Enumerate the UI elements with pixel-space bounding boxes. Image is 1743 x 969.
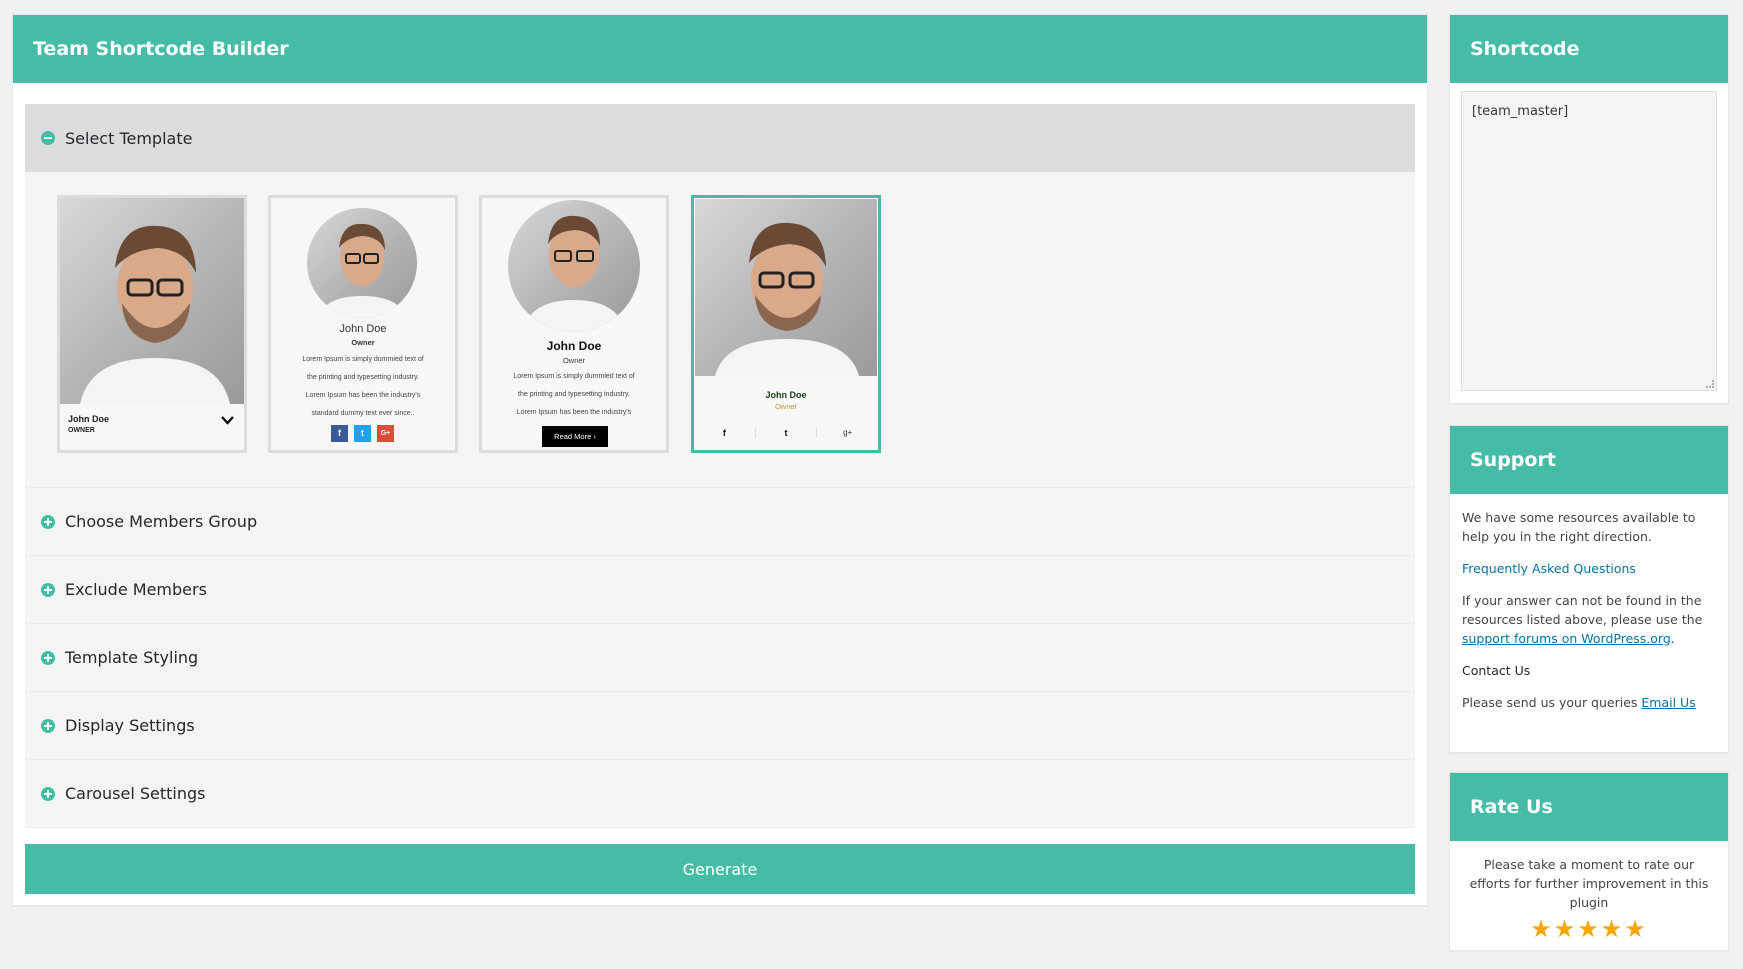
template-option-1[interactable]: John Doe OWNER [57, 195, 247, 453]
member-role: OWNER [68, 427, 95, 434]
accordion-label: Carousel Settings [65, 784, 206, 803]
rate-us-text: Please take a moment to rate our efforts… [1469, 857, 1709, 910]
template-option-4[interactable]: John Doe Owner f t g+ [691, 195, 881, 453]
accordion-label: Template Styling [65, 648, 199, 667]
accordion-choose-members-group[interactable]: Choose Members Group [25, 488, 1415, 556]
member-name: John Doe [339, 323, 387, 335]
team-shortcode-builder-panel: Team Shortcode Builder Select Template J… [12, 14, 1428, 906]
member-name: John Doe [765, 390, 807, 400]
member-photo [508, 200, 640, 332]
plus-circle-icon [41, 718, 55, 733]
support-forum-link[interactable]: support forums on WordPress.org [1462, 631, 1671, 646]
template-option-3[interactable]: John Doe Owner Lorem Ipsum is simply dum… [479, 195, 669, 453]
member-name: John Doe [546, 339, 602, 353]
shortcode-value: [team_master] [1472, 104, 1569, 119]
member-bio: Lorem Ipsum is simply dummied text of th… [302, 356, 424, 417]
template-options: John Doe OWNER John Doe Owner Lorem Ipsu… [25, 172, 1415, 488]
builder-accordion: Select Template John Doe OWNER John Doe … [25, 104, 1415, 828]
read-more-button: Read More › [542, 426, 608, 447]
member-photo [307, 208, 417, 318]
accordion-carousel-settings[interactable]: Carousel Settings [25, 760, 1415, 828]
accordion-template-styling[interactable]: Template Styling [25, 624, 1415, 692]
member-photo [60, 198, 244, 404]
accordion-label: Exclude Members [65, 580, 207, 599]
plus-circle-icon [41, 582, 55, 597]
twitter-icon: t [354, 425, 371, 442]
accordion-label: Select Template [65, 128, 193, 148]
plus-circle-icon [41, 650, 55, 665]
star-rating[interactable]: ★★★★★ [1462, 917, 1716, 941]
member-bio: Lorem Ipsum is simply dummied text of th… [513, 373, 635, 416]
contact-text: Please send us your queries Email Us [1462, 695, 1696, 710]
support-forum-text: If your answer can not be found in the r… [1462, 593, 1703, 646]
builder-title: Team Shortcode Builder [13, 15, 1427, 83]
minus-circle-icon [41, 131, 55, 145]
email-us-link[interactable]: Email Us [1641, 695, 1695, 710]
accordion-select-template[interactable]: Select Template [25, 104, 1415, 172]
template-option-2[interactable]: John Doe Owner Lorem Ipsum is simply dum… [268, 195, 458, 453]
rate-us-title: Rate Us [1450, 773, 1728, 841]
support-panel: Support We have some resources available… [1449, 425, 1729, 753]
accordion-exclude-members[interactable]: Exclude Members [25, 556, 1415, 624]
chevron-down-icon [221, 414, 234, 429]
social-icons: f t g+ [694, 428, 878, 438]
member-name: John Doe [68, 414, 110, 424]
support-title: Support [1450, 426, 1728, 494]
accordion-label: Choose Members Group [65, 512, 258, 531]
generate-button[interactable]: Generate [25, 844, 1415, 894]
rate-us-panel: Rate Us Please take a moment to rate our… [1449, 772, 1729, 951]
member-photo [695, 199, 877, 376]
resize-handle-icon[interactable] [1706, 380, 1714, 388]
member-role: Owner [774, 402, 798, 411]
support-intro: We have some resources available to help… [1462, 510, 1696, 544]
plus-circle-icon [41, 514, 55, 529]
twitter-icon: t [756, 428, 818, 438]
shortcode-title: Shortcode [1450, 15, 1728, 83]
facebook-icon: f [331, 425, 348, 442]
plus-circle-icon [41, 786, 55, 801]
facebook-icon: f [694, 428, 756, 438]
faq-link[interactable]: Frequently Asked Questions [1462, 561, 1636, 576]
accordion-label: Display Settings [65, 716, 195, 735]
google-plus-icon: g+ [843, 428, 853, 437]
shortcode-textarea[interactable]: [team_master] [1461, 91, 1717, 391]
accordion-display-settings[interactable]: Display Settings [25, 692, 1415, 760]
google-plus-icon: G+ [377, 425, 394, 442]
shortcode-panel: Shortcode [team_master] [1449, 14, 1729, 404]
contact-heading: Contact Us [1462, 663, 1531, 678]
member-role: Owner [562, 356, 586, 365]
member-role: Owner [351, 338, 375, 347]
social-icons: f t G+ [331, 425, 394, 442]
